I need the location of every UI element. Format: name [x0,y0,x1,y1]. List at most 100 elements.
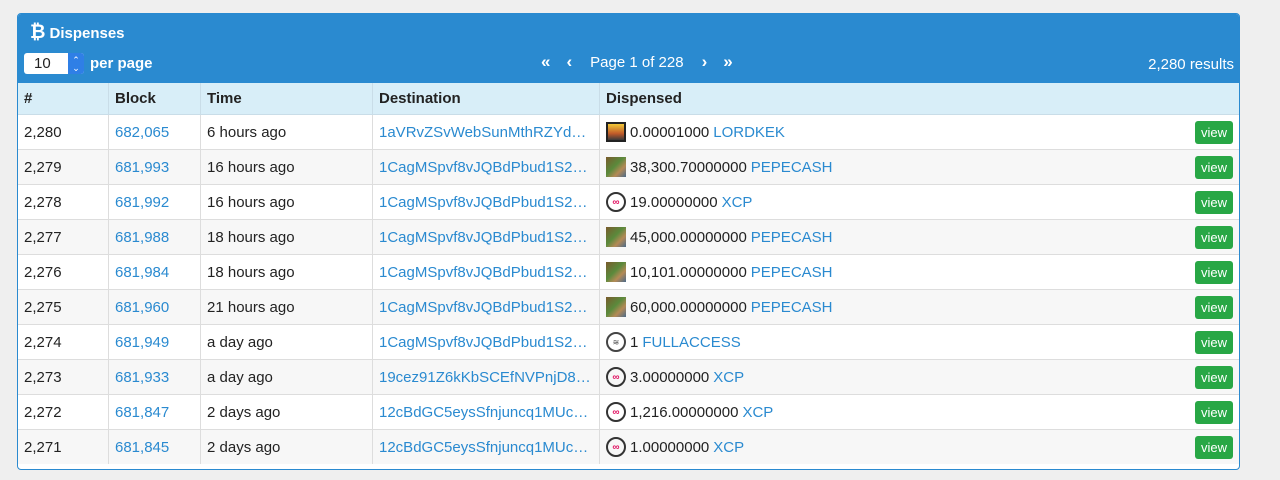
pagination: « ‹ Page 1 of 228 › » [533,52,741,72]
table-row: 2,276 681,984 18 hours ago 1CagMSpvf8vJQBdP… [18,254,1239,290]
view-button[interactable]: view [1194,225,1233,249]
dispensed-amount: 45,000.00000000 [630,228,747,246]
per-page-select[interactable]: 10 ⌃ ⌄ [24,53,84,74]
row-time: a day ago [200,359,373,395]
row-time: 2 days ago [200,394,373,430]
view-button[interactable]: view [1194,260,1233,284]
row-dispensed-cell: ≋ 1 FULLACCESS view [599,324,1239,360]
asset-link[interactable]: FULLACCESS [642,334,740,351]
row-number: 2,277 [18,219,109,255]
block-link[interactable]: 682,065 [115,124,169,141]
pepecash-icon [606,262,626,282]
row-block-cell: 681,949 [108,324,201,360]
view-button[interactable]: view [1194,190,1233,214]
view-button[interactable]: view [1194,155,1233,179]
row-dispensed-cell: 10,101.00000000 PEPECASH view [599,254,1239,290]
row-dispensed-cell: 0.00001000 LORDKEK view [599,114,1239,150]
row-block-cell: 681,847 [108,394,201,430]
block-link[interactable]: 681,845 [115,439,169,456]
block-link[interactable]: 681,992 [115,194,169,211]
block-link[interactable]: 681,933 [115,369,169,386]
pepecash-icon [606,227,626,247]
last-page-icon[interactable]: » [715,52,740,72]
row-destination-cell: 1CagMSpvf8vJQBdPbud1S2… [372,219,600,255]
table-header-row: # Block Time Destination Dispensed [18,83,1239,115]
row-dispensed-cell: ∞ 1,216.00000000 XCP view [599,394,1239,430]
asset-link[interactable]: XCP [713,369,744,386]
row-number: 2,274 [18,324,109,360]
row-block-cell: 681,992 [108,184,201,220]
table-row: 2,279 681,993 16 hours ago 1CagMSpvf8vJQBdP… [18,149,1239,185]
prev-page-icon[interactable]: ‹ [558,52,580,72]
asset-link[interactable]: PEPECASH [751,264,833,281]
row-time: 6 hours ago [200,114,373,150]
block-link[interactable]: 681,988 [115,229,169,246]
first-page-icon[interactable]: « [533,52,558,72]
asset-link[interactable]: PEPECASH [751,229,833,246]
row-number: 2,280 [18,114,109,150]
row-destination-cell: 1CagMSpvf8vJQBdPbud1S2… [372,184,600,220]
destination-link[interactable]: 1aVRvZSvWebSunMthRZYd… [379,124,586,141]
fullaccess-icon: ≋ [606,332,626,352]
asset-link[interactable]: XCP [713,439,744,456]
destination-link[interactable]: 1CagMSpvf8vJQBdPbud1S2… [379,334,587,351]
lordkek-icon [606,122,626,142]
block-link[interactable]: 681,949 [115,334,169,351]
view-button[interactable]: view [1194,365,1233,389]
destination-link[interactable]: 1CagMSpvf8vJQBdPbud1S2… [379,264,587,281]
view-button[interactable]: view [1194,295,1233,319]
block-link[interactable]: 681,960 [115,299,169,316]
destination-link[interactable]: 1CagMSpvf8vJQBdPbud1S2… [379,229,587,246]
col-header-block: Block [108,83,201,115]
dispensed-amount: 1 [630,333,639,351]
row-time: 18 hours ago [200,254,373,290]
destination-link[interactable]: 12cBdGC5eysSfnjuncq1MUc… [379,404,588,421]
dispensed-amount: 38,300.70000000 [630,158,747,176]
asset-link[interactable]: XCP [722,194,753,211]
row-block-cell: 681,845 [108,429,201,464]
row-block-cell: 682,065 [108,114,201,150]
col-header-num: # [18,83,109,115]
block-link[interactable]: 681,993 [115,159,169,176]
row-destination-cell: 1aVRvZSvWebSunMthRZYd… [372,114,600,150]
view-button[interactable]: view [1194,120,1233,144]
col-header-dispensed: Dispensed [599,83,1239,115]
asset-link[interactable]: PEPECASH [751,159,833,176]
next-page-icon[interactable]: › [694,52,716,72]
view-button[interactable]: view [1194,400,1233,424]
table-row: 2,278 681,992 16 hours ago 1CagMSpvf8vJQBdP… [18,184,1239,220]
dispensed-amount: 3.00000000 [630,368,710,386]
row-number: 2,273 [18,359,109,395]
row-dispensed-cell: 38,300.70000000 PEPECASH view [599,149,1239,185]
asset-link[interactable]: LORDKEK [713,124,785,141]
per-page-label: per page [90,55,153,72]
row-block-cell: 681,984 [108,254,201,290]
destination-link[interactable]: 12cBdGC5eysSfnjuncq1MUc… [379,439,588,456]
view-button[interactable]: view [1194,435,1233,459]
table-row: 2,273 681,933 a day ago 19cez91Z6kKbSCEfNVP… [18,359,1239,395]
row-dispensed-cell: 60,000.00000000 PEPECASH view [599,289,1239,325]
select-arrows-icon: ⌃ ⌄ [68,53,84,74]
asset-link[interactable]: PEPECASH [751,299,833,316]
row-destination-cell: 19cez91Z6kKbSCEfNVPnjD8… [372,359,600,395]
row-number: 2,278 [18,184,109,220]
destination-link[interactable]: 1CagMSpvf8vJQBdPbud1S2… [379,299,587,316]
col-header-time: Time [200,83,373,115]
block-link[interactable]: 681,984 [115,264,169,281]
row-dispensed-cell: ∞ 1.00000000 XCP view [599,429,1239,464]
destination-link[interactable]: 1CagMSpvf8vJQBdPbud1S2… [379,194,587,211]
asset-link[interactable]: XCP [742,404,773,421]
col-header-destination: Destination [372,83,600,115]
table-row: 2,271 681,845 2 days ago 12cBdGC5eysSfnjunc… [18,429,1239,464]
destination-link[interactable]: 1CagMSpvf8vJQBdPbud1S2… [379,159,587,176]
dispenses-panel: ₿ Dispenses 10 ⌃ ⌄ per page « ‹ Page 1 of… [17,13,1240,470]
view-button[interactable]: view [1194,330,1233,354]
row-time: 2 days ago [200,429,373,464]
row-time: 16 hours ago [200,149,373,185]
destination-link[interactable]: 19cez91Z6kKbSCEfNVPnjD8… [379,369,591,386]
row-block-cell: 681,993 [108,149,201,185]
block-link[interactable]: 681,847 [115,404,169,421]
table-row: 2,280 682,065 6 hours ago 1aVRvZSvWebSunMth… [18,114,1239,150]
dispensed-amount: 10,101.00000000 [630,263,747,281]
row-block-cell: 681,960 [108,289,201,325]
